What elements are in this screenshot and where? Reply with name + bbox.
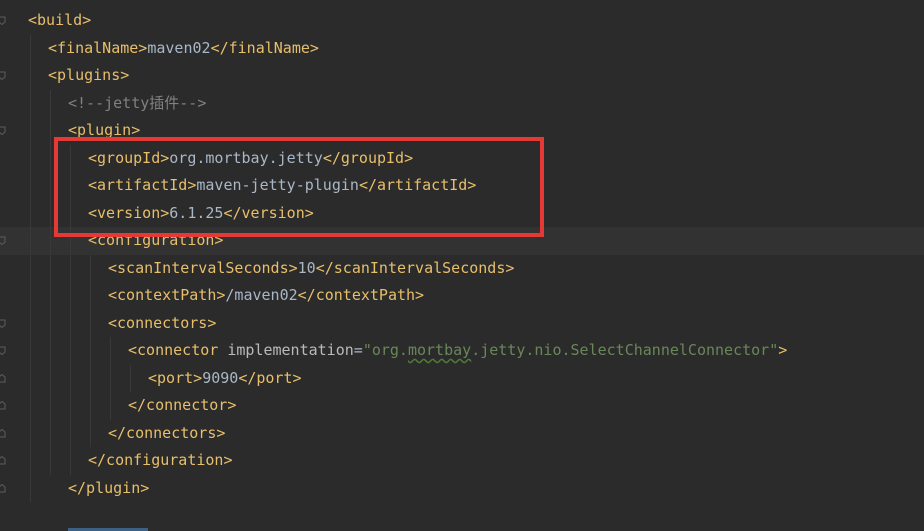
code-token: /maven02 [225, 286, 298, 304]
code-content: </connector> [128, 392, 236, 420]
code-token: <contextPath> [108, 286, 226, 304]
code-token: maven02 [147, 38, 211, 57]
fold-open-icon[interactable] [0, 346, 6, 355]
code-line[interactable]: <!--jetty插件--> [0, 90, 924, 118]
code-content: <plugins> [48, 62, 129, 90]
code-token: .jetty.nio.SelectChannelConnector" [471, 341, 779, 359]
code-line[interactable]: </connector> [0, 392, 924, 420]
indent-guide [50, 89, 51, 475]
code-line[interactable]: </plugin> [0, 475, 924, 503]
code-line[interactable]: <build> [0, 7, 924, 35]
code-token: </configuration> [88, 451, 233, 469]
fold-end-icon[interactable] [0, 456, 6, 465]
code-content: <finalName>maven02</finalName> [48, 35, 319, 63]
code-content: <!--jetty插件--> [68, 90, 206, 118]
code-line[interactable]: <connector implementation="org.mortbay.j… [0, 337, 924, 365]
code-line[interactable]: <scanIntervalSeconds>10</scanIntervalSec… [0, 255, 924, 283]
fold-open-icon[interactable] [0, 126, 6, 135]
fold-end-icon[interactable] [0, 401, 6, 410]
indent-guide [90, 254, 91, 447]
code-token: = [353, 341, 363, 359]
code-token: <connector [128, 341, 228, 359]
code-token: mortbay [407, 341, 472, 359]
code-token: <port> [148, 368, 203, 387]
code-token: <connectors> [108, 313, 217, 332]
code-line[interactable]: <contextPath>/maven02</contextPath> [0, 282, 924, 310]
indent-guide [110, 337, 111, 420]
code-content: <connector implementation="org.mortbay.j… [128, 337, 787, 365]
code-line[interactable]: </configuration> [0, 447, 924, 475]
code-line[interactable]: <connectors> [0, 310, 924, 338]
code-token: </contextPath> [297, 286, 425, 304]
code-token: <finalName> [48, 38, 148, 57]
fold-end-icon[interactable] [0, 428, 6, 438]
code-content: <connectors> [108, 310, 216, 338]
code-token: </port> [238, 368, 302, 387]
code-content: </configuration> [88, 447, 233, 475]
code-content: <contextPath>/maven02</contextPath> [108, 282, 424, 310]
code-token: <scanIntervalSeconds> [108, 258, 298, 277]
code-token: </connectors> [108, 423, 226, 442]
code-token: implementation [227, 341, 354, 359]
code-token: </finalName> [210, 38, 319, 57]
code-token: </connector> [128, 396, 237, 414]
code-line[interactable]: </connectors> [0, 420, 924, 448]
fold-open-icon[interactable] [0, 16, 6, 25]
code-content: <port>9090</port> [148, 365, 302, 393]
code-content: <scanIntervalSeconds>10</scanIntervalSec… [108, 255, 514, 283]
code-line[interactable]: <finalName>maven02</finalName> [0, 35, 924, 63]
code-token: <!--jetty插件--> [68, 93, 207, 112]
code-token: 10 [297, 258, 316, 277]
code-token: 9090 [202, 368, 239, 387]
fold-end-icon[interactable] [0, 483, 6, 493]
code-token: <plugins> [48, 66, 130, 84]
fold-open-icon[interactable] [0, 236, 6, 245]
code-content: </connectors> [108, 420, 225, 448]
code-content: <build> [28, 7, 91, 35]
code-line[interactable]: <plugins> [0, 62, 924, 90]
indent-guide [30, 34, 31, 502]
fold-end-icon[interactable] [0, 373, 6, 383]
fold-open-icon[interactable] [0, 71, 6, 80]
code-token: </plugin> [68, 478, 150, 497]
code-token: "org. [362, 341, 408, 359]
highlight-box [54, 137, 544, 237]
code-editor[interactable]: <build> <finalName>maven02</finalName> <pl… [0, 0, 924, 531]
code-token: <build> [28, 11, 92, 29]
code-token: > [778, 341, 788, 359]
fold-open-icon[interactable] [0, 319, 6, 328]
code-line[interactable]: <port>9090</port> [0, 365, 924, 393]
code-content: </plugin> [68, 475, 149, 503]
code-token: </scanIntervalSeconds> [315, 258, 515, 277]
indent-guide [130, 364, 131, 392]
